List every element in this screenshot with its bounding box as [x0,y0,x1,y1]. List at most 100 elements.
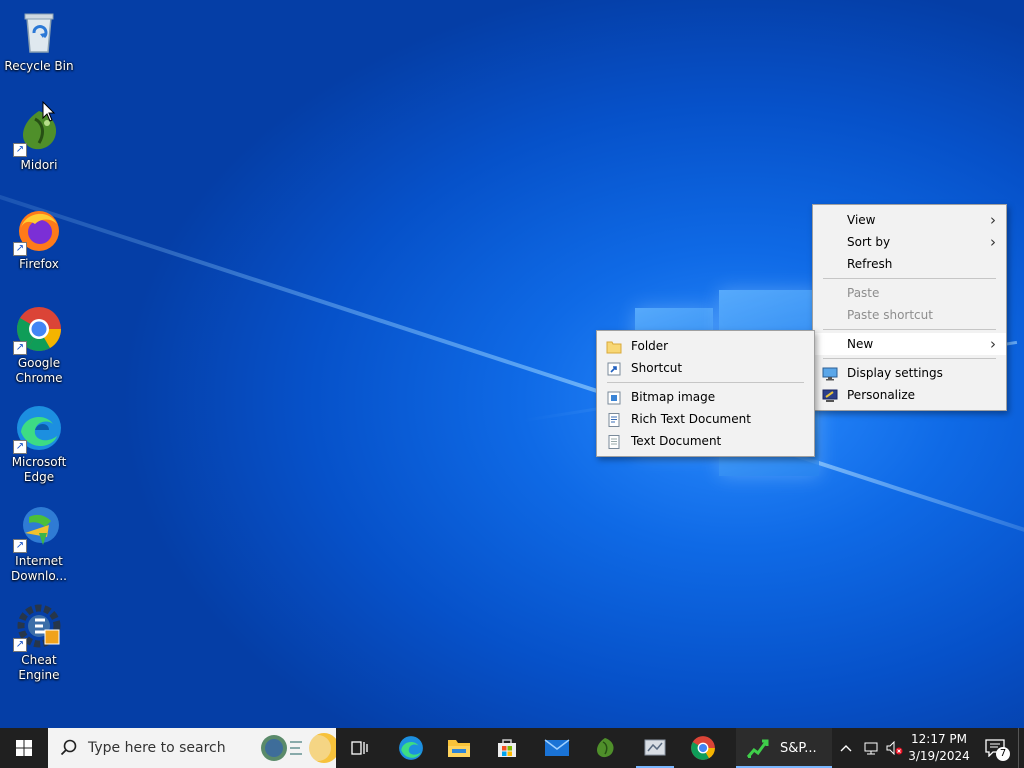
personalize-icon [822,388,838,402]
shortcut-arrow-icon: ↗ [13,143,27,157]
menu-item-label: Refresh [847,257,893,271]
firefox-icon: ↗ [13,206,63,256]
taskbar-app-button[interactable] [634,728,676,768]
display-settings-icon [822,366,838,381]
volume-muted-icon [886,741,903,755]
desktop-icon-label: Firefox [19,257,59,271]
task-view-button[interactable] [340,728,380,768]
shortcut-arrow-icon: ↗ [13,638,27,652]
chevron-right-icon: › [990,233,996,251]
menu-item-display-settings[interactable]: Display settings [813,362,1006,384]
taskbar-mail-button[interactable] [536,728,578,768]
notification-count-badge: 7 [996,747,1010,761]
submenu-item-label: Folder [631,339,669,353]
shortcut-arrow-icon: ↗ [13,539,27,553]
text-document-icon [606,434,622,449]
taskbar-midori-button[interactable] [584,728,626,768]
clock-date: 3/19/2024 [908,749,970,763]
submenu-item-shortcut[interactable]: Shortcut [597,357,814,379]
menu-item-personalize[interactable]: Personalize [813,384,1006,406]
desktop-icon-google-chrome[interactable]: ↗ Google Chrome [0,305,78,386]
desktop-icon-midori[interactable]: ↗ Midori [0,107,78,173]
action-center-button[interactable]: 7 [978,728,1012,768]
menu-separator [823,329,996,330]
menu-item-label: View [847,213,876,227]
new-submenu: Folder Shortcut Bitmap image Rich Text D… [596,330,815,457]
taskbar-chrome-button[interactable] [682,728,724,768]
chevron-right-icon: › [990,211,996,229]
submenu-item-label: Rich Text Document [631,412,751,426]
app-icon [644,739,666,756]
desktop-icon-recycle-bin[interactable]: Recycle Bin [0,8,78,74]
chevron-right-icon: › [990,335,996,353]
running-app-label: S&P... [780,740,817,756]
search-icon [60,739,77,756]
taskbar-search-box[interactable]: Type here to search [48,728,339,768]
menu-item-label: Sort by [847,235,891,249]
edge-icon: ↗ [13,404,63,454]
recycle-bin-icon [15,8,63,56]
desktop-icon-internet-download-manager[interactable]: ↗ Internet Downlo... [0,503,78,584]
submenu-item-text-document[interactable]: Text Document [597,430,814,452]
stock-chart-icon [746,739,769,758]
chrome-icon: ↗ [13,305,63,355]
submenu-item-label: Bitmap image [631,390,716,404]
desktop-context-menu: View › Sort by › Refresh Paste Paste sho… [812,204,1007,411]
mail-icon [544,739,570,756]
submenu-item-bitmap-image[interactable]: Bitmap image [597,386,814,408]
folder-icon [606,339,622,354]
file-explorer-icon [448,740,470,757]
microsoft-store-icon [498,739,516,757]
desktop-icon-cheat-engine[interactable]: ↗ Cheat Engine [0,602,78,683]
desktop-icon-label: Internet Downlo... [11,554,67,583]
menu-separator [823,278,996,279]
menu-separator [823,358,996,359]
volume-tray-button[interactable] [884,728,906,768]
bitmap-image-icon [606,390,622,405]
cheat-engine-icon: ↗ [13,602,63,652]
desktop-icon-firefox[interactable]: ↗ Firefox [0,206,78,272]
task-view-icon [351,741,368,755]
menu-item-sort-by[interactable]: Sort by › [813,231,1006,253]
start-button[interactable] [0,728,48,768]
menu-item-paste: Paste [813,282,1006,304]
shortcut-icon [606,361,622,376]
submenu-item-label: Shortcut [631,361,683,375]
submenu-item-rich-text-document[interactable]: Rich Text Document [597,408,814,430]
taskbar-file-explorer-button[interactable] [438,728,480,768]
menu-item-label: New [847,337,874,351]
search-highlight-image [260,732,339,764]
desktop-icon-label: Google Chrome [15,356,63,385]
taskbar-microsoft-store-button[interactable] [486,728,528,768]
network-icon [864,742,878,755]
shortcut-arrow-icon: ↗ [13,440,27,454]
taskbar-edge-button[interactable] [390,728,432,768]
search-placeholder: Type here to search [88,740,226,756]
desktop-icon-label: Midori [20,158,58,172]
internet-download-manager-icon: ↗ [13,503,63,553]
windows-start-icon [16,740,32,756]
menu-item-view[interactable]: View › [813,209,1006,231]
shortcut-arrow-icon: ↗ [13,242,27,256]
desktop-icon-label: Cheat Engine [18,653,60,682]
desktop-icon-label: Recycle Bin [4,59,74,73]
edge-icon [399,736,423,760]
clock-time: 12:17 PM [911,732,967,746]
menu-item-refresh[interactable]: Refresh [813,253,1006,275]
submenu-item-label: Text Document [631,434,722,448]
menu-item-label: Display settings [847,366,943,380]
menu-item-new[interactable]: New › [813,333,1006,355]
network-tray-button[interactable] [860,728,882,768]
menu-item-label: Personalize [847,388,916,402]
menu-separator [607,382,804,383]
show-desktop-button[interactable] [1018,728,1024,768]
show-hidden-icons-button[interactable] [836,728,856,768]
desktop-icon-microsoft-edge[interactable]: ↗ Microsoft Edge [0,404,78,485]
menu-item-label: Paste [847,286,880,300]
taskbar-running-app-button[interactable]: S&P... [736,728,832,768]
taskbar: Type here to search S&P... 12:17 PM 3/19… [0,728,1024,768]
rich-text-document-icon [606,412,622,427]
chevron-up-icon [840,745,852,752]
submenu-item-folder[interactable]: Folder [597,335,814,357]
taskbar-clock[interactable]: 12:17 PM 3/19/2024 [904,731,974,765]
